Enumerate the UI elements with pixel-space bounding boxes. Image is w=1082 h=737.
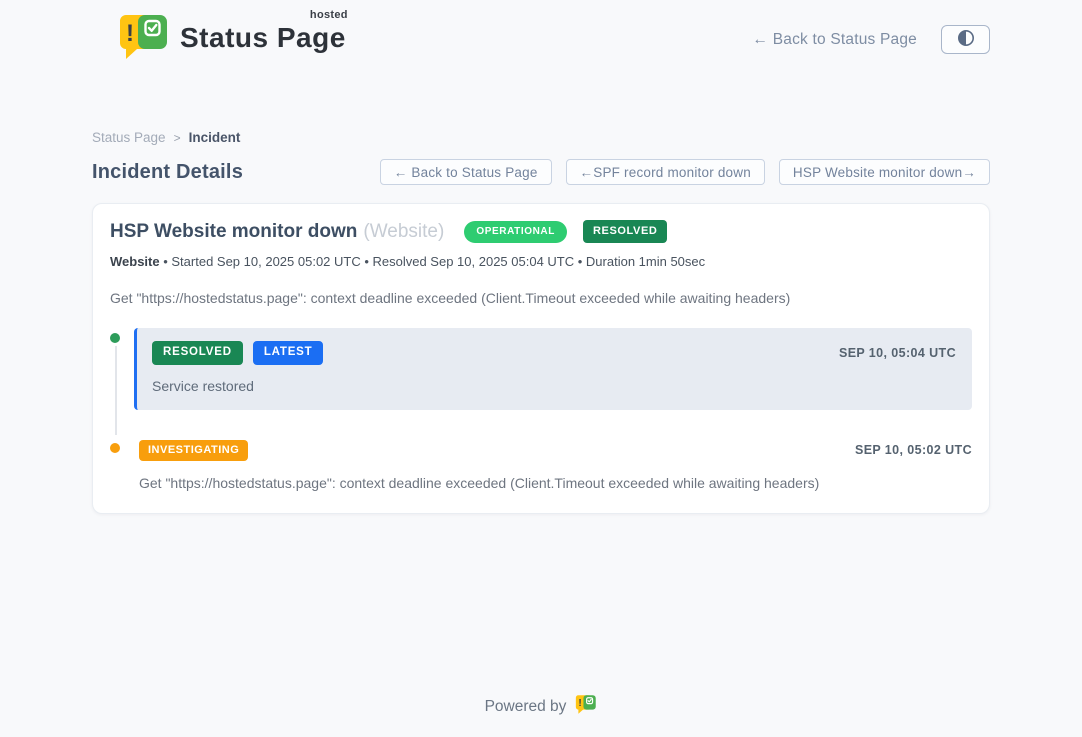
resolved-state-badge: RESOLVED [583, 220, 668, 243]
theme-toggle-button[interactable] [941, 25, 990, 54]
incident-card: HSP Website monitor down (Website) OPERA… [92, 203, 990, 514]
breadcrumb-separator: > [174, 131, 181, 145]
timeline-entry-highlight-box: RESOLVED LATEST SEP 10, 05:04 UTC Servic… [134, 328, 972, 410]
breadcrumb-incident: Incident [189, 130, 241, 145]
breadcrumb: Status Page > Incident [92, 130, 990, 145]
powered-by-label: Powered by [485, 698, 567, 716]
contrast-icon [957, 29, 975, 50]
next-incident-button[interactable]: HSP Website monitor down→ [779, 159, 990, 185]
investigating-dot-icon [107, 440, 123, 456]
brand-name: Status Page [180, 22, 346, 53]
main-content: Status Page > Incident Incident Details … [92, 130, 990, 737]
page-title: Incident Details [92, 161, 243, 184]
status-bubble-icon: ! [118, 13, 170, 66]
incident-timeline: RESOLVED LATEST SEP 10, 05:04 UTC Servic… [110, 328, 972, 491]
incident-meta-times: • Started Sep 10, 2025 05:02 UTC • Resol… [160, 254, 706, 269]
footer: Powered by ! © 2025-10-08 14:10:34.77208… [92, 694, 990, 737]
timeline-entry-resolved: RESOLVED LATEST SEP 10, 05:04 UTC Servic… [134, 328, 972, 410]
incident-meta: Website • Started Sep 10, 2025 05:02 UTC… [110, 254, 972, 269]
prev-incident-button[interactable]: ←SPF record monitor down [566, 159, 765, 185]
timeline-message: Get "https://hostedstatus.page": context… [139, 475, 972, 491]
operational-status-badge: OPERATIONAL [464, 221, 567, 243]
timeline-connector-line [115, 338, 117, 435]
incident-meta-component: Website [110, 254, 160, 269]
resolved-dot-icon [107, 330, 123, 346]
timeline-message: Service restored [152, 378, 956, 394]
incident-component: (Website) [363, 221, 444, 243]
svg-text:!: ! [579, 698, 582, 709]
incident-nav-buttons: ← Back to Status Page ←SPF record monito… [380, 159, 990, 185]
incident-description: Get "https://hostedstatus.page": context… [110, 290, 972, 306]
timeline-latest-badge: LATEST [253, 341, 324, 365]
header: ! Status Page hosted ← Back to Status Pa… [0, 0, 1082, 66]
timeline-timestamp: SEP 10, 05:02 UTC [855, 443, 972, 457]
timeline-timestamp: SEP 10, 05:04 UTC [839, 346, 956, 360]
timeline-resolved-badge: RESOLVED [152, 341, 243, 365]
header-back-link[interactable]: ← Back to Status Page [753, 31, 917, 49]
brand-logo[interactable]: ! Status Page hosted [118, 13, 346, 66]
timeline-entry-investigating: INVESTIGATING SEP 10, 05:02 UTC Get "htt… [134, 440, 972, 491]
timeline-investigating-badge: INVESTIGATING [139, 440, 248, 461]
breadcrumb-status-page[interactable]: Status Page [92, 130, 166, 145]
brand-superscript: hosted [310, 9, 348, 21]
back-to-status-page-button[interactable]: ← Back to Status Page [380, 159, 552, 185]
svg-text:!: ! [126, 20, 134, 47]
incident-title: HSP Website monitor down [110, 221, 357, 243]
hsp-logo-icon[interactable]: ! [575, 694, 597, 720]
